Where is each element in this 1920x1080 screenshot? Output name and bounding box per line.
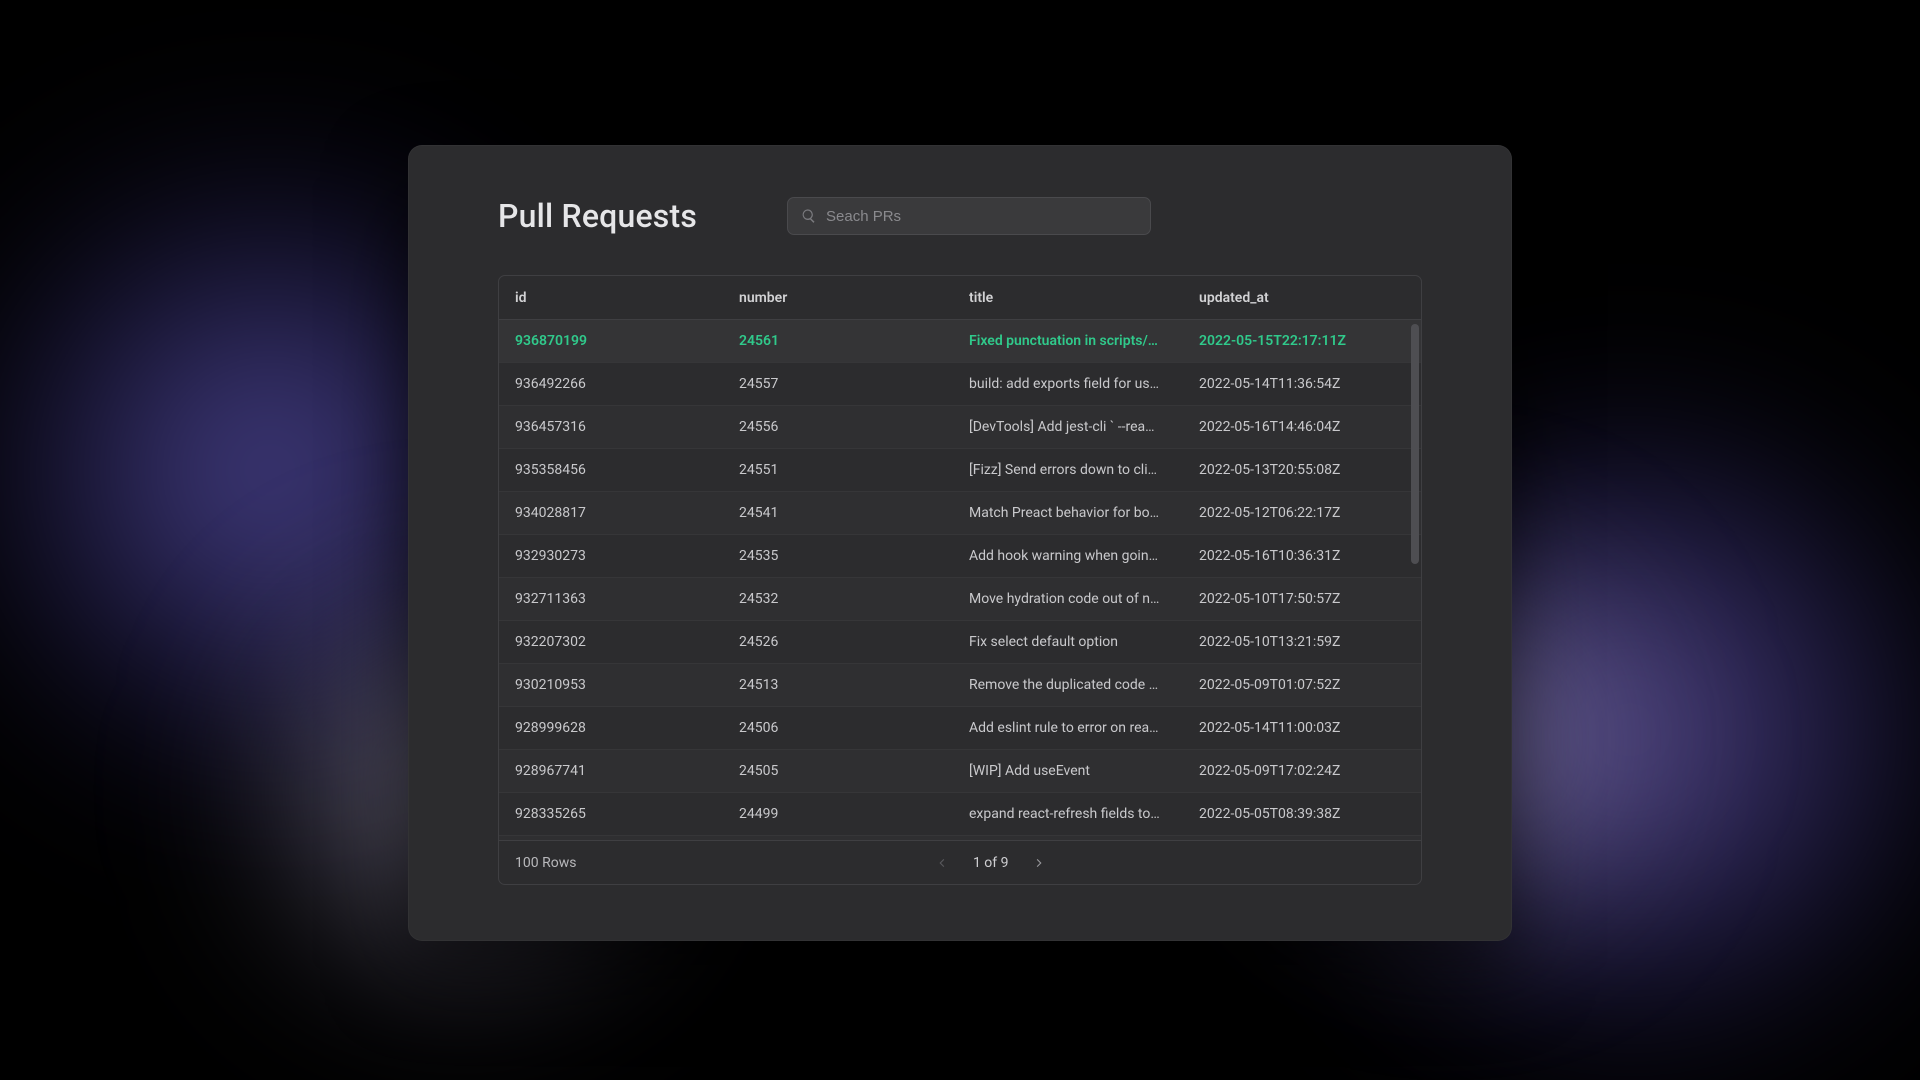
pager-prev-button[interactable] <box>933 854 951 872</box>
cell-id: 936457316 <box>515 419 739 435</box>
table-row[interactable]: 92833526524499expand react-refresh field… <box>499 793 1421 836</box>
background: Pull Requests id number title updated_at… <box>0 0 1920 1080</box>
cell-updated-at: 2022-05-15T22:17:11Z <box>1199 333 1405 349</box>
search-container <box>787 197 1151 235</box>
table-row[interactable] <box>499 836 1421 840</box>
cell-updated-at: 2022-05-16T14:46:04Z <box>1199 419 1405 435</box>
table-row[interactable]: 93402881724541Match Preact behavior for … <box>499 492 1421 535</box>
table-row[interactable]: 93293027324535Add hook warning when goin… <box>499 535 1421 578</box>
cell-number: 24556 <box>739 419 969 435</box>
cell-title: Add hook warning when goin… <box>969 548 1199 564</box>
cell-id: 932711363 <box>515 591 739 607</box>
cell-title: [Fizz] Send errors down to cli… <box>969 462 1199 478</box>
cell-updated-at: 2022-05-09T01:07:52Z <box>1199 677 1405 693</box>
header-bar: Pull Requests <box>498 197 1422 235</box>
column-header-updated-at[interactable]: updated_at <box>1199 290 1405 306</box>
pager-next-button[interactable] <box>1030 854 1048 872</box>
page-title: Pull Requests <box>498 197 697 235</box>
column-header-id[interactable]: id <box>515 290 739 306</box>
cell-updated-at: 2022-05-12T06:22:17Z <box>1199 505 1405 521</box>
scrollbar-thumb[interactable] <box>1411 324 1419 564</box>
table-header: id number title updated_at <box>499 276 1421 320</box>
cell-title: Add eslint rule to error on rea… <box>969 720 1199 736</box>
cell-number: 24532 <box>739 591 969 607</box>
table: id number title updated_at 9368701992456… <box>498 275 1422 885</box>
cell-title: [WIP] Add useEvent <box>969 763 1199 779</box>
search-icon <box>801 208 817 224</box>
cell-number: 24561 <box>739 333 969 349</box>
cell-number: 24526 <box>739 634 969 650</box>
table-row[interactable]: 93271136324532Move hydration code out of… <box>499 578 1421 621</box>
table-row[interactable]: 93649226624557build: add exports field f… <box>499 363 1421 406</box>
chevron-right-icon <box>1033 857 1045 869</box>
column-header-number[interactable]: number <box>739 290 969 306</box>
panel: Pull Requests id number title updated_at… <box>408 145 1512 941</box>
table-footer: 100 Rows 1 of 9 <box>499 840 1421 884</box>
cell-number: 24551 <box>739 462 969 478</box>
cell-updated-at: 2022-05-05T08:39:38Z <box>1199 806 1405 822</box>
cell-updated-at: 2022-05-10T17:50:57Z <box>1199 591 1405 607</box>
chevron-left-icon <box>936 857 948 869</box>
cell-updated-at: 2022-05-14T11:00:03Z <box>1199 720 1405 736</box>
cell-id: 936492266 <box>515 376 739 392</box>
cell-number: 24513 <box>739 677 969 693</box>
cell-id: 928999628 <box>515 720 739 736</box>
cell-title: Fixed punctuation in scripts/… <box>969 333 1199 349</box>
cell-number: 24499 <box>739 806 969 822</box>
row-count-label: 100 Rows <box>515 855 576 871</box>
cell-title: build: add exports field for us… <box>969 376 1199 392</box>
cell-id: 932207302 <box>515 634 739 650</box>
cell-number: 24506 <box>739 720 969 736</box>
cell-updated-at: 2022-05-13T20:55:08Z <box>1199 462 1405 478</box>
cell-number: 24541 <box>739 505 969 521</box>
pager: 1 of 9 <box>576 854 1405 872</box>
cell-number: 24535 <box>739 548 969 564</box>
table-row[interactable]: 93021095324513Remove the duplicated code… <box>499 664 1421 707</box>
cell-updated-at: 2022-05-10T13:21:59Z <box>1199 634 1405 650</box>
cell-title: Remove the duplicated code … <box>969 677 1199 693</box>
table-body: 93687019924561Fixed punctuation in scrip… <box>499 320 1421 840</box>
cell-number: 24505 <box>739 763 969 779</box>
cell-updated-at: 2022-05-09T17:02:24Z <box>1199 763 1405 779</box>
table-row[interactable]: 93645731624556[DevTools] Add jest-cli ` … <box>499 406 1421 449</box>
cell-title: Match Preact behavior for bo… <box>969 505 1199 521</box>
cell-number: 24557 <box>739 376 969 392</box>
cell-id: 932930273 <box>515 548 739 564</box>
cell-title: expand react-refresh fields to… <box>969 806 1199 822</box>
cell-id: 934028817 <box>515 505 739 521</box>
pager-page-label: 1 of 9 <box>973 855 1009 871</box>
cell-id: 936870199 <box>515 333 739 349</box>
cell-id: 928967741 <box>515 763 739 779</box>
column-header-title[interactable]: title <box>969 290 1199 306</box>
cell-updated-at: 2022-05-16T10:36:31Z <box>1199 548 1405 564</box>
cell-id: 930210953 <box>515 677 739 693</box>
table-row[interactable]: 92896774124505[WIP] Add useEvent2022-05-… <box>499 750 1421 793</box>
search-input[interactable] <box>787 197 1151 235</box>
cell-title: [DevTools] Add jest-cli ` --rea… <box>969 419 1199 435</box>
table-row[interactable]: 93687019924561Fixed punctuation in scrip… <box>499 320 1421 363</box>
table-row[interactable]: 93220730224526Fix select default option2… <box>499 621 1421 664</box>
cell-title: Move hydration code out of n… <box>969 591 1199 607</box>
cell-id: 928335265 <box>515 806 739 822</box>
cell-id: 935358456 <box>515 462 739 478</box>
cell-updated-at: 2022-05-14T11:36:54Z <box>1199 376 1405 392</box>
table-row[interactable]: 92899962824506Add eslint rule to error o… <box>499 707 1421 750</box>
cell-title: Fix select default option <box>969 634 1199 650</box>
table-row[interactable]: 93535845624551[Fizz] Send errors down to… <box>499 449 1421 492</box>
